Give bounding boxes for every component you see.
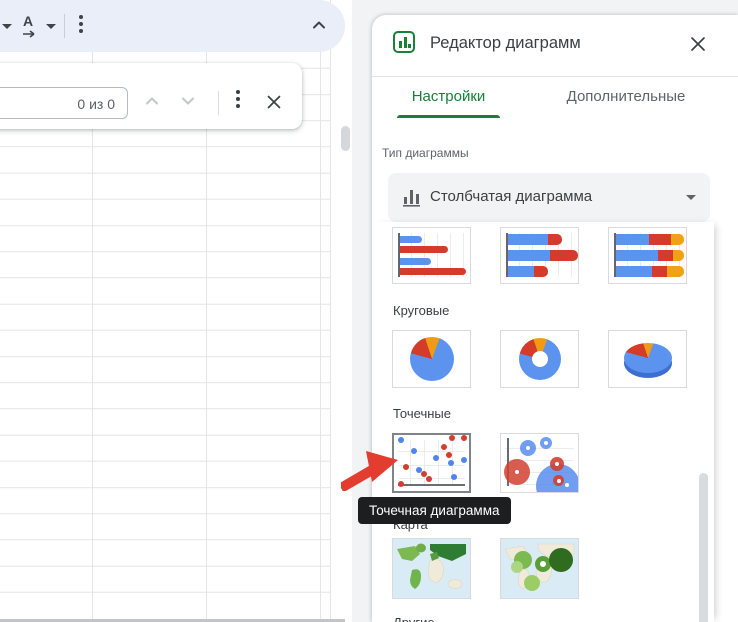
thumb-bubble[interactable]	[500, 433, 579, 493]
thumb-bar-grouped[interactable]	[392, 227, 471, 284]
collapse-toolbar-button[interactable]	[312, 21, 326, 29]
chart-type-label: Тип диаграммы	[382, 146, 469, 160]
next-match-button[interactable]	[181, 97, 195, 105]
section-label-pie: Круговые	[393, 303, 449, 318]
grid-column-line	[320, 0, 321, 622]
active-tab-underline	[397, 115, 500, 118]
dropdown-caret-icon[interactable]	[46, 24, 56, 29]
chart-type-popup: Круговые Точечные	[372, 222, 714, 622]
find-input[interactable]: 0 из 0	[0, 87, 128, 119]
sheet-vertical-scrollbar[interactable]	[341, 126, 350, 151]
thumb-bar-stacked-100[interactable]	[608, 227, 687, 284]
chart-editor-icon	[393, 31, 415, 53]
match-count: 0 из 0	[77, 96, 115, 112]
popup-scrollbar[interactable]	[699, 473, 708, 622]
thumb-bar-stacked[interactable]	[500, 227, 579, 284]
find-bar: 0 из 0	[0, 63, 302, 129]
text-rotation-button[interactable]: A	[22, 13, 42, 39]
rotation-arrow-icon	[22, 30, 40, 38]
grid-right-edge	[330, 0, 331, 622]
tab-customize[interactable]: Дополнительные	[559, 88, 693, 115]
text-rotation-icon: A	[23, 13, 33, 29]
section-label-other-clipped: Другие	[393, 615, 435, 622]
panel-title: Редактор диаграмм	[430, 34, 581, 53]
thumb-pie-3d[interactable]	[608, 330, 687, 388]
previous-match-button[interactable]	[145, 97, 159, 105]
chart-type-value: Столбчатая диаграмма	[430, 188, 592, 205]
chart-type-select[interactable]: Столбчатая диаграмма	[388, 173, 710, 222]
find-bar-divider	[218, 91, 219, 115]
thumb-pie[interactable]	[392, 330, 471, 388]
find-more-options-button[interactable]	[236, 90, 240, 111]
app-window: A 0 из 0 Редактор диаграмм	[0, 0, 738, 622]
toolbar: A	[0, 0, 345, 52]
panel-close-button[interactable]	[690, 36, 706, 52]
tooltip: Точечная диаграмма	[358, 497, 511, 524]
find-close-button[interactable]	[267, 95, 281, 109]
thumb-geo-map-markers[interactable]	[500, 538, 579, 599]
panel-divider	[372, 76, 738, 77]
tab-settings[interactable]: Настройки	[397, 88, 500, 115]
column-chart-icon	[402, 186, 422, 208]
more-options-button[interactable]	[79, 15, 83, 36]
thumb-donut[interactable]	[500, 330, 579, 388]
dropdown-caret-icon[interactable]	[2, 24, 12, 29]
section-label-scatter: Точечные	[393, 406, 451, 421]
pointer-arrow	[341, 441, 401, 491]
geo-map-icon	[393, 539, 470, 598]
thumb-scatter[interactable]	[392, 433, 471, 493]
geo-map-markers-icon	[501, 539, 578, 598]
chevron-down-icon	[686, 195, 696, 200]
toolbar-divider	[64, 14, 65, 38]
thumb-geo-map[interactable]	[392, 538, 471, 599]
